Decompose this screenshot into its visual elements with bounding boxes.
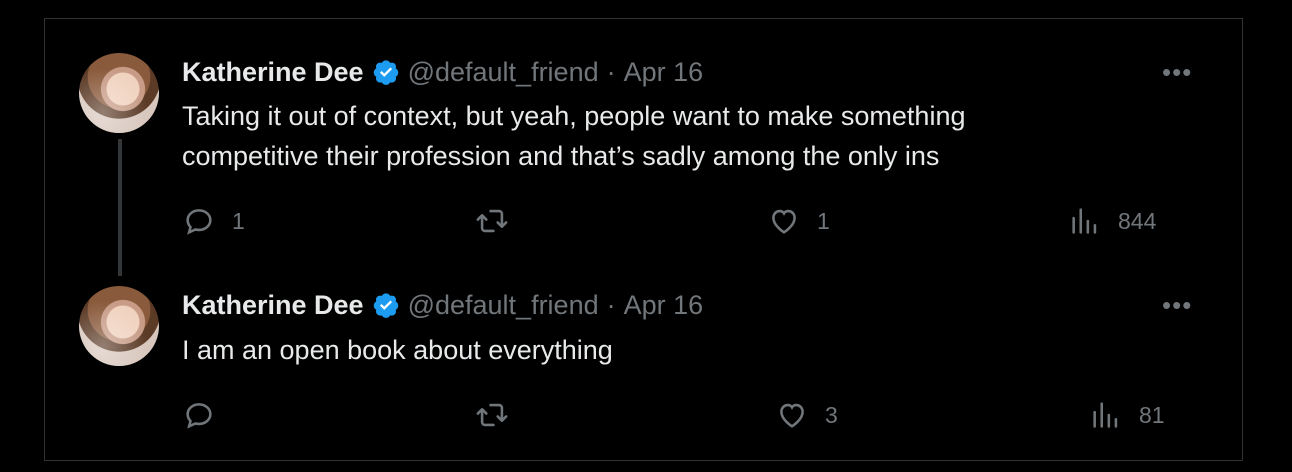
views-button[interactable]: 81 [1089, 395, 1165, 435]
like-button[interactable]: 1 [767, 201, 830, 241]
tweet-text-line: Taking it out of context, but yeah, peop… [182, 101, 966, 131]
views-button[interactable]: 844 [1068, 201, 1156, 241]
more-options-icon[interactable]: ••• [1162, 290, 1192, 320]
avatar[interactable] [79, 53, 159, 133]
tweet-actions: 1 1 844 [182, 201, 1182, 241]
tweet-header: Katherine Dee @default_friend · Apr 16 [182, 55, 703, 89]
avatar[interactable] [79, 286, 159, 366]
reply-icon [186, 209, 212, 235]
tweet-date[interactable]: Apr 16 [624, 290, 704, 321]
separator-dot: · [606, 289, 616, 320]
like-count: 3 [825, 401, 838, 428]
timeline-thread: Katherine Dee @default_friend · Apr 16 •… [44, 18, 1243, 461]
tweet-header: Katherine Dee @default_friend · Apr 16 [182, 288, 703, 322]
tweet-actions: 3 81 [182, 395, 1182, 435]
tweet-2[interactable]: Katherine Dee @default_friend · Apr 16 •… [45, 274, 1242, 459]
author-name[interactable]: Katherine Dee [182, 57, 364, 88]
tweet-text: I am an open book about everything [182, 330, 613, 370]
retweet-icon [476, 403, 508, 427]
verified-badge-icon [373, 60, 398, 85]
reply-icon [186, 403, 212, 429]
heart-icon [772, 209, 796, 234]
tweet-date[interactable]: Apr 16 [624, 57, 704, 88]
separator-dot: · [606, 56, 616, 87]
author-handle[interactable]: @default_friend [408, 57, 599, 88]
like-button[interactable]: 3 [775, 395, 838, 435]
heart-icon [780, 403, 804, 428]
views-chart-icon [1093, 402, 1118, 428]
tweet-text-line: competitive their profession and that’s … [182, 141, 940, 171]
view-count: 844 [1118, 207, 1157, 234]
author-name[interactable]: Katherine Dee [182, 290, 364, 321]
tweet-text: Taking it out of context, but yeah, peop… [182, 96, 965, 176]
view-count: 81 [1139, 401, 1165, 428]
author-handle[interactable]: @default_friend [408, 290, 599, 321]
more-options-icon[interactable]: ••• [1162, 57, 1192, 87]
thread-connector-line [118, 139, 122, 276]
retweet-button[interactable] [475, 395, 525, 435]
reply-count: 1 [232, 207, 245, 234]
retweet-button[interactable] [475, 201, 525, 241]
reply-button[interactable] [182, 395, 232, 435]
tweet-text-line: I am an open book about everything [182, 335, 613, 365]
verified-badge-icon [373, 293, 398, 318]
tweet-1[interactable]: Katherine Dee @default_friend · Apr 16 •… [45, 19, 1242, 276]
like-count: 1 [817, 207, 830, 234]
reply-button[interactable]: 1 [182, 201, 245, 241]
retweet-icon [476, 209, 508, 233]
views-chart-icon [1072, 208, 1097, 234]
